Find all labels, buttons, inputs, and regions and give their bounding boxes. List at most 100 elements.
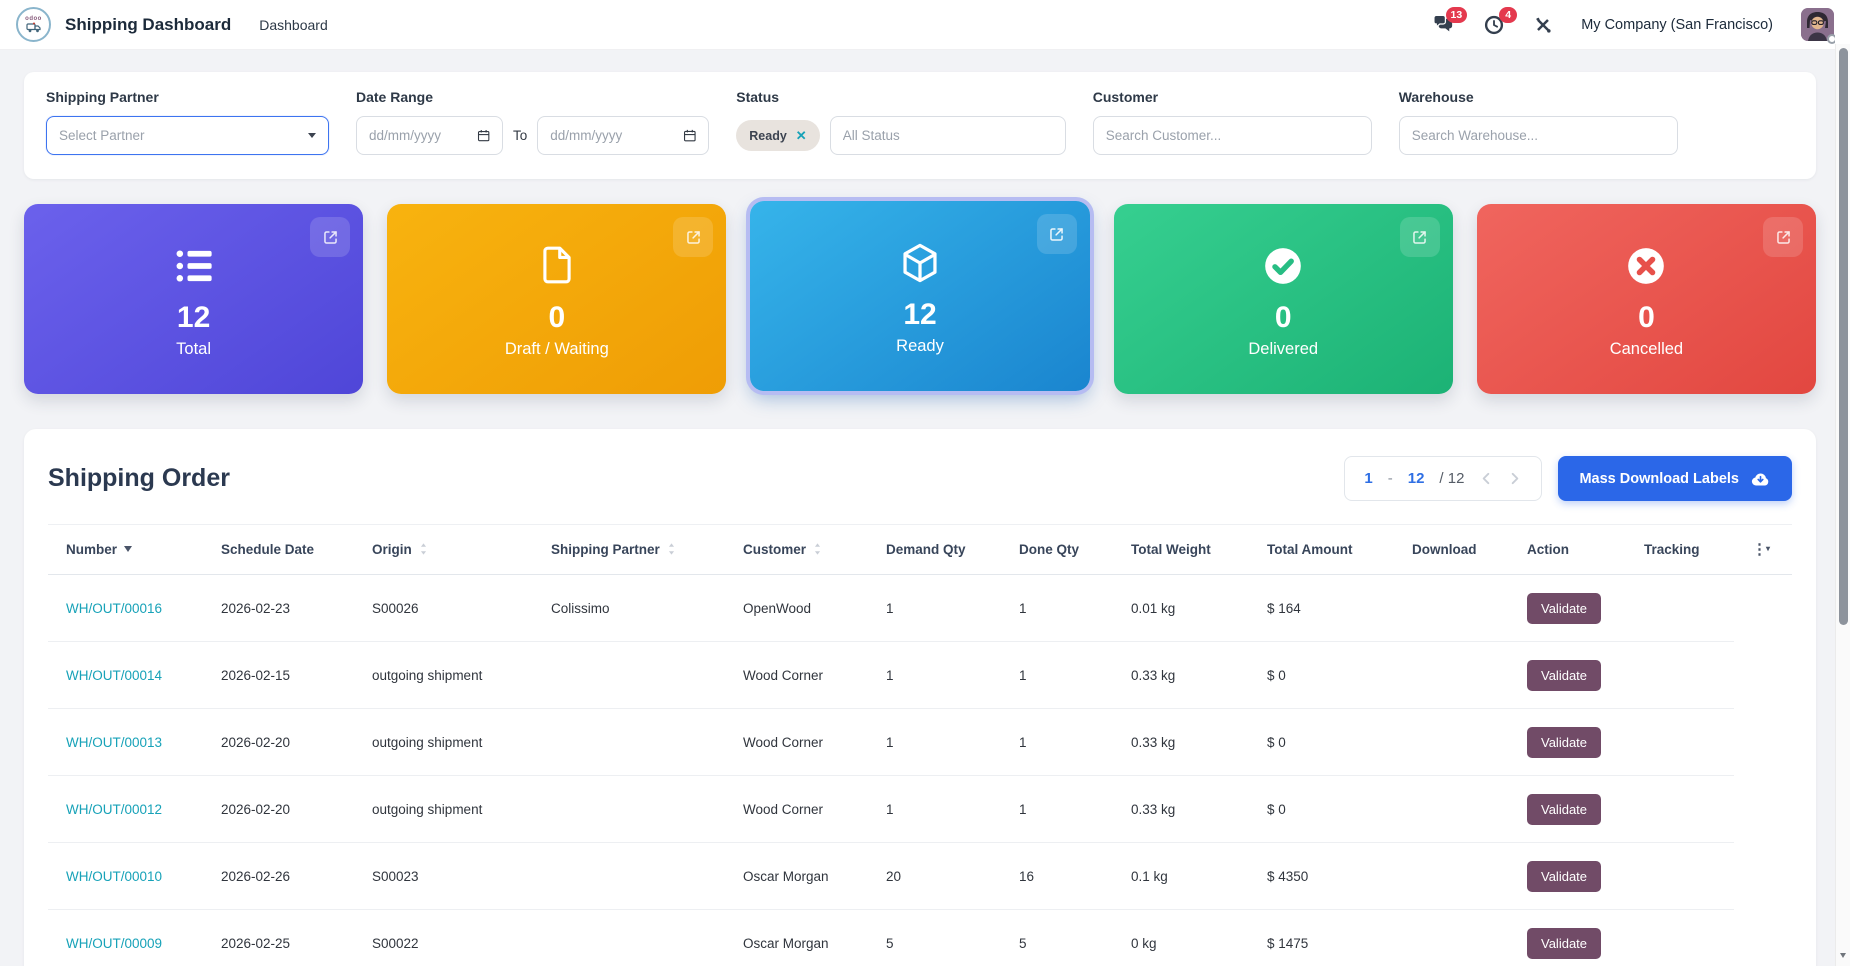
stat-label: Ready: [896, 337, 944, 355]
date-from-field[interactable]: [356, 116, 503, 155]
order-number-link[interactable]: WH/OUT/00014: [66, 668, 162, 683]
cell-total-amount: $ 4350: [1249, 842, 1394, 910]
page-scrollbar[interactable]: [1835, 0, 1850, 966]
validate-button[interactable]: Validate: [1527, 793, 1602, 825]
cloud-download-icon: [1751, 473, 1769, 486]
messages-button[interactable]: 13: [1432, 7, 1468, 35]
calendar-icon[interactable]: [683, 128, 697, 143]
filter-status: Status Ready ✕: [736, 89, 1066, 155]
external-link-icon[interactable]: [673, 217, 714, 257]
filter-label: Shipping Partner: [46, 89, 159, 105]
calendar-icon[interactable]: [477, 128, 490, 143]
stat-card-delivered[interactable]: 0 Delivered: [1113, 204, 1453, 394]
col-number[interactable]: Number: [48, 524, 203, 575]
cell-demand-qty: 20: [868, 842, 1001, 910]
validate-button[interactable]: Validate: [1527, 860, 1602, 892]
scrollbar-thumb[interactable]: [1838, 48, 1848, 625]
col-options-toggle[interactable]: ⋮▾: [1734, 524, 1792, 575]
page-title: Shipping Dashboard: [65, 14, 232, 34]
cell-customer: Wood Corner: [725, 775, 868, 843]
external-link-icon[interactable]: [1763, 217, 1804, 257]
menu-dashboard[interactable]: Dashboard: [259, 17, 328, 33]
pager-next-button[interactable]: [1508, 471, 1522, 486]
cell-origin: outgoing shipment: [354, 641, 533, 709]
pager-previous-button[interactable]: [1479, 471, 1493, 486]
shipping-partner-select[interactable]: [46, 116, 329, 155]
stat-card-cancelled[interactable]: 0 Cancelled: [1476, 204, 1817, 394]
stat-label: Delivered: [1248, 340, 1319, 358]
order-number-link[interactable]: WH/OUT/00010: [66, 869, 162, 884]
stat-card-total[interactable]: 12 Total: [24, 204, 364, 394]
company-switcher[interactable]: My Company (San Francisco): [1581, 17, 1773, 33]
external-link-icon[interactable]: [310, 217, 351, 257]
warehouse-search-input[interactable]: [1411, 128, 1665, 143]
cell-download: [1394, 574, 1509, 642]
validate-button[interactable]: Validate: [1527, 659, 1602, 691]
check-circle-icon: [1260, 239, 1306, 289]
filter-label: Date Range: [356, 89, 434, 105]
cell-done-qty: 5: [1001, 909, 1113, 966]
user-avatar[interactable]: [1801, 8, 1837, 44]
status-input[interactable]: [842, 128, 1053, 143]
col-origin[interactable]: Origin: [354, 524, 533, 575]
col-shipping-partner[interactable]: Shipping Partner: [533, 524, 725, 575]
date-range-separator: To: [513, 128, 528, 143]
filter-panel: Shipping Partner Date Range To: [24, 72, 1816, 179]
col-action: Action: [1509, 524, 1626, 575]
column-options-icon: ⋮: [1752, 541, 1767, 558]
date-to-input[interactable]: [550, 128, 683, 143]
cell-shipping-partner: [533, 708, 725, 776]
customer-search-field[interactable]: [1092, 116, 1372, 155]
shipping-partner-input[interactable]: [59, 128, 300, 143]
external-link-icon[interactable]: [1399, 217, 1440, 257]
mass-download-labels-button[interactable]: Mass Download Labels: [1558, 456, 1792, 501]
stat-card-draft-waiting[interactable]: 0 Draft / Waiting: [387, 204, 727, 394]
sort-icon: [668, 543, 674, 555]
pager-end[interactable]: 12: [1408, 470, 1425, 487]
col-schedule-date[interactable]: Schedule Date: [203, 524, 354, 575]
validate-button[interactable]: Validate: [1527, 726, 1602, 758]
cell-action: Validate: [1509, 909, 1626, 966]
cell-action: Validate: [1509, 842, 1626, 910]
status-tag-ready[interactable]: Ready ✕: [736, 120, 820, 151]
scrollbar-down-arrow[interactable]: [1840, 953, 1846, 958]
order-number-link[interactable]: WH/OUT/00009: [66, 936, 162, 951]
chevron-left-icon: [1483, 472, 1490, 485]
sort-icon: [420, 543, 426, 555]
pager-start[interactable]: 1: [1364, 470, 1372, 487]
status-select[interactable]: [829, 116, 1066, 155]
messages-badge: 13: [1445, 7, 1468, 23]
order-number-link[interactable]: WH/OUT/00013: [66, 735, 162, 750]
app-logo-icon[interactable]: odoo: [16, 7, 51, 42]
tools-button[interactable]: [1533, 15, 1553, 35]
remove-tag-icon[interactable]: ✕: [796, 128, 807, 144]
col-tracking: Tracking: [1626, 524, 1734, 575]
date-to-field[interactable]: [537, 116, 710, 155]
warehouse-search-field[interactable]: [1398, 116, 1678, 155]
order-number-link[interactable]: WH/OUT/00016: [66, 601, 162, 616]
customer-search-input[interactable]: [1105, 128, 1359, 143]
activities-button[interactable]: 4: [1483, 6, 1518, 36]
date-from-input[interactable]: [369, 128, 477, 143]
validate-button[interactable]: Validate: [1527, 927, 1602, 959]
cell-shipping-partner: [533, 775, 725, 843]
filter-label: Warehouse: [1398, 89, 1474, 105]
external-link-icon[interactable]: [1036, 214, 1077, 254]
validate-button[interactable]: Validate: [1527, 592, 1602, 624]
cell-download: [1394, 708, 1509, 776]
x-circle-icon: [1623, 239, 1669, 289]
sort-desc-icon: [124, 546, 133, 552]
col-customer[interactable]: Customer: [725, 524, 868, 575]
stat-label: Cancelled: [1609, 340, 1684, 358]
stat-count: 12: [903, 298, 937, 331]
cell-action: Validate: [1509, 574, 1626, 642]
order-number-link[interactable]: WH/OUT/00012: [66, 802, 162, 817]
cell-demand-qty: 1: [868, 708, 1001, 776]
chevron-right-icon: [1512, 472, 1519, 485]
cell-total-amount: $ 164: [1249, 574, 1394, 642]
cell-download: [1394, 775, 1509, 843]
pager-separator: -: [1387, 470, 1393, 487]
stat-card-ready[interactable]: 12 Ready: [750, 201, 1090, 391]
cell-total-amount: $ 1475: [1249, 909, 1394, 966]
top-navbar: odoo Shipping Dashboard Dashboard 13 4 M…: [0, 0, 1850, 50]
